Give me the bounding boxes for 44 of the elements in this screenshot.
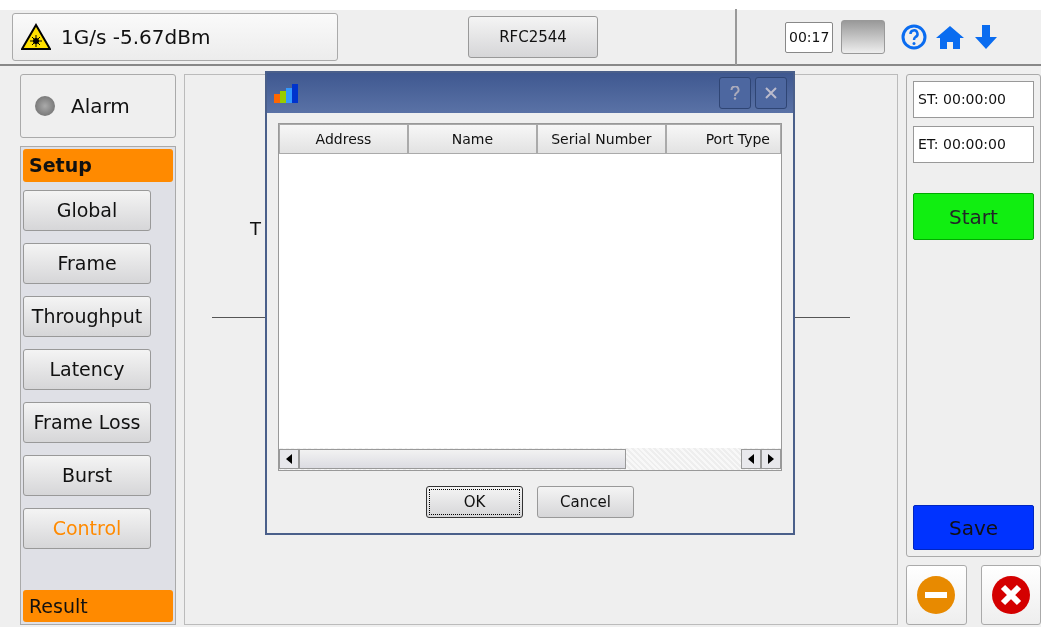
- home-icon[interactable]: [935, 24, 966, 50]
- help-icon[interactable]: [901, 24, 928, 50]
- timer-display: 00:17: [785, 21, 834, 53]
- start-time-field: ST: 00:00:00: [913, 81, 1034, 118]
- signal-reading: 1G/s -5.67dBm: [61, 24, 211, 51]
- close-button[interactable]: [755, 77, 787, 109]
- menu-button[interactable]: Throughput: [23, 295, 151, 337]
- dialog-button[interactable]: OK: [426, 486, 523, 518]
- dialog-button[interactable]: Cancel: [537, 486, 634, 518]
- section-header[interactable]: Result: [23, 589, 173, 622]
- section-header[interactable]: Setup: [23, 149, 173, 182]
- minus-icon: [916, 575, 957, 615]
- partial-label: T: [250, 217, 261, 241]
- scrollbar-thumb[interactable]: [299, 449, 626, 469]
- test-name-button[interactable]: RFC2544: [468, 16, 598, 58]
- menu-button[interactable]: Frame: [23, 242, 151, 284]
- end-time-field: ET: 00:00:00: [913, 126, 1034, 163]
- close-icon: [990, 575, 1031, 615]
- start-button[interactable]: Start: [913, 193, 1034, 240]
- horizontal-scrollbar[interactable]: [279, 448, 781, 470]
- question-mark-icon: [730, 86, 740, 100]
- close-icon: [765, 87, 777, 99]
- scroll-right-button[interactable]: [761, 449, 781, 469]
- menu-button[interactable]: Burst: [23, 454, 151, 496]
- column-header[interactable]: Serial Number: [536, 124, 666, 154]
- column-header[interactable]: Port Type: [665, 124, 781, 154]
- scroll-left-button[interactable]: [279, 449, 299, 469]
- menu-button[interactable]: Global: [23, 189, 151, 231]
- bar-chart-icon: [273, 82, 299, 104]
- left-arrow-icon: [286, 454, 292, 464]
- scroll-left-button[interactable]: [741, 449, 761, 469]
- stop-button[interactable]: [906, 565, 967, 625]
- close-button[interactable]: [980, 565, 1041, 625]
- alarm-label: Alarm: [71, 93, 130, 120]
- menu-button[interactable]: Frame Loss: [23, 401, 151, 443]
- left-arrow-icon: [748, 454, 754, 464]
- right-arrow-icon: [768, 454, 774, 464]
- battery-icon: [841, 20, 886, 54]
- laser-warning-icon: [21, 23, 51, 51]
- column-header[interactable]: Name: [407, 124, 537, 154]
- down-arrow-icon[interactable]: [973, 24, 1000, 50]
- menu-button[interactable]: Latency: [23, 348, 151, 390]
- help-button[interactable]: [719, 77, 751, 109]
- column-header[interactable]: Address: [279, 124, 408, 154]
